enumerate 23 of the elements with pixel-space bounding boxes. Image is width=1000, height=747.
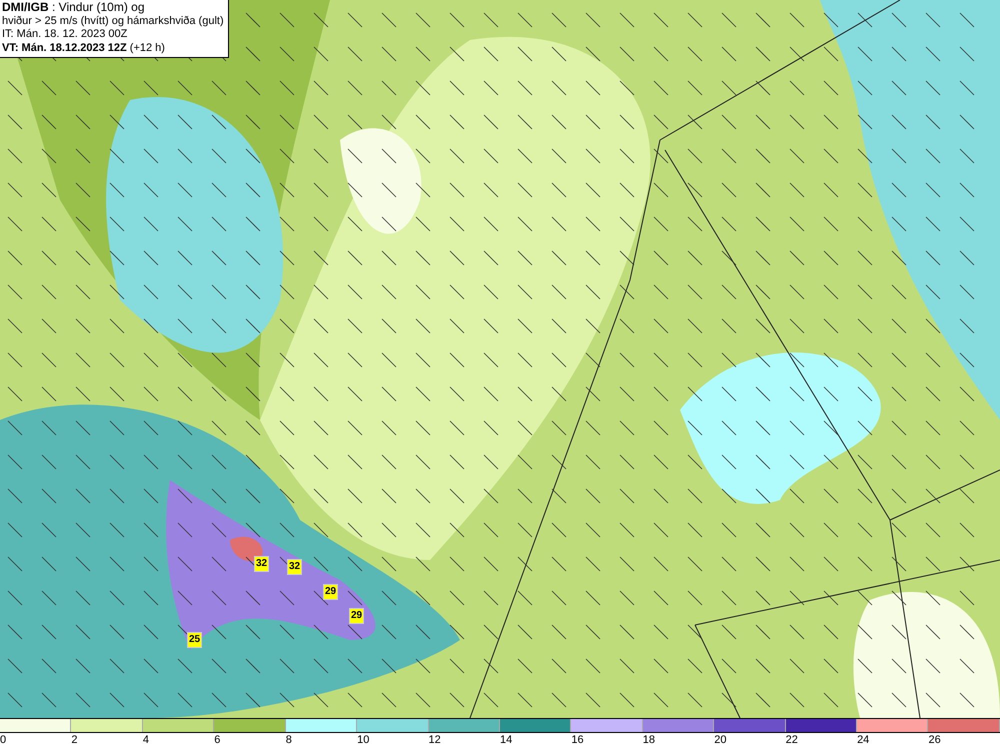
legend-text: hviður > 25 m/s (hvítt) og hámarkshviða (gult) bbox=[2, 14, 224, 28]
scale-tick-label: 10 bbox=[357, 734, 370, 746]
scale-tick-label: 14 bbox=[500, 734, 512, 746]
legend-text: VT: Mán. 18.12.2023 12Z (+12 h) bbox=[2, 42, 166, 55]
scale-tick-label: 16 bbox=[571, 734, 584, 746]
scale-tick-label: 6 bbox=[214, 734, 220, 746]
gust-label: 29 bbox=[323, 584, 338, 600]
gust-label: 25 bbox=[187, 632, 202, 648]
scale-tick-label: 8 bbox=[286, 734, 292, 746]
scale-tick-label: 26 bbox=[928, 734, 941, 746]
gust-label: 32 bbox=[254, 556, 270, 572]
scale-tick-label: 22 bbox=[786, 734, 798, 746]
scale-tick-label: 24 bbox=[857, 734, 870, 746]
gust-label: 32 bbox=[287, 559, 302, 575]
scale-tick-label: 0 bbox=[0, 734, 6, 746]
scale-tick-label: 12 bbox=[428, 734, 441, 746]
gust-label: 29 bbox=[349, 608, 364, 624]
scale-tick-label: 2 bbox=[71, 734, 78, 746]
scale-tick-label: 18 bbox=[642, 734, 656, 746]
legend-text: DMI/IGB : Vindur (10m) og bbox=[2, 1, 146, 14]
scale-tick-label: 4 bbox=[142, 734, 149, 746]
scale-tick-label: 20 bbox=[714, 734, 726, 746]
legend-text: IT: Mán. 18. 12. 2023 00Z bbox=[2, 28, 128, 42]
